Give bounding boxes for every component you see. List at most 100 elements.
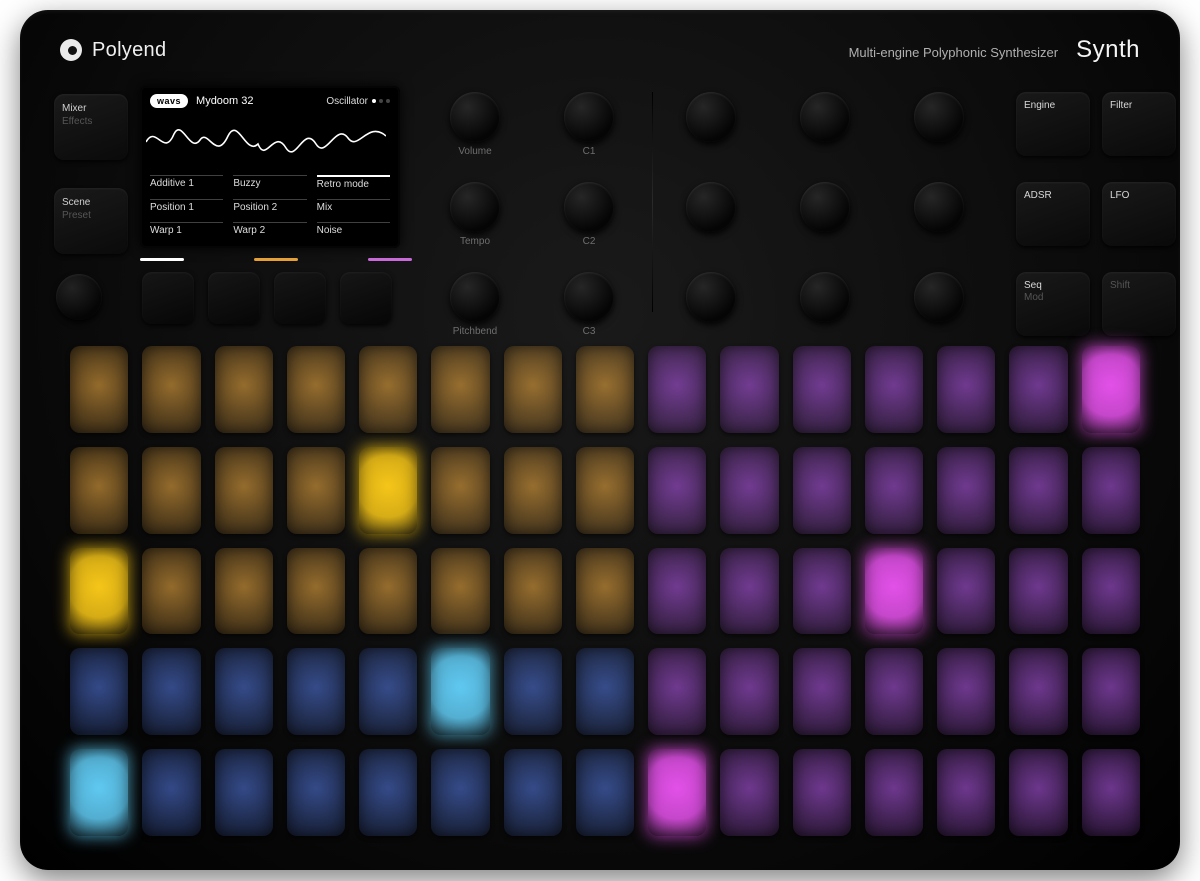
pad-2-2[interactable] xyxy=(215,548,273,635)
c1-knob[interactable] xyxy=(564,92,614,142)
pad-3-11[interactable] xyxy=(865,648,923,735)
pad-3-8[interactable] xyxy=(648,648,706,735)
pad-3-12[interactable] xyxy=(937,648,995,735)
encoder-4[interactable] xyxy=(686,182,736,232)
pad-3-10[interactable] xyxy=(793,648,851,735)
pad-1-4[interactable] xyxy=(359,447,417,534)
nav-button-1[interactable] xyxy=(142,272,194,324)
pad-4-1[interactable] xyxy=(142,749,200,836)
pad-0-13[interactable] xyxy=(1009,346,1067,433)
pad-1-9[interactable] xyxy=(720,447,778,534)
pad-1-8[interactable] xyxy=(648,447,706,534)
pad-0-11[interactable] xyxy=(865,346,923,433)
pad-2-10[interactable] xyxy=(793,548,851,635)
pad-2-7[interactable] xyxy=(576,548,634,635)
pad-0-2[interactable] xyxy=(215,346,273,433)
pad-3-2[interactable] xyxy=(215,648,273,735)
pad-4-5[interactable] xyxy=(431,749,489,836)
pad-1-3[interactable] xyxy=(287,447,345,534)
pad-0-10[interactable] xyxy=(793,346,851,433)
pad-0-0[interactable] xyxy=(70,346,128,433)
pad-2-14[interactable] xyxy=(1082,548,1140,635)
pad-2-6[interactable] xyxy=(504,548,562,635)
pad-1-7[interactable] xyxy=(576,447,634,534)
c2-knob[interactable] xyxy=(564,182,614,232)
filter-button[interactable]: Filter xyxy=(1102,92,1176,156)
engine-button[interactable]: Engine xyxy=(1016,92,1090,156)
pad-0-12[interactable] xyxy=(937,346,995,433)
pad-3-4[interactable] xyxy=(359,648,417,735)
shift-button[interactable]: Shift xyxy=(1102,272,1176,336)
pad-2-11[interactable] xyxy=(865,548,923,635)
encoder-6[interactable] xyxy=(914,182,964,232)
c3-knob[interactable] xyxy=(564,272,614,322)
pad-3-6[interactable] xyxy=(504,648,562,735)
pad-3-14[interactable] xyxy=(1082,648,1140,735)
pad-4-4[interactable] xyxy=(359,749,417,836)
pad-0-1[interactable] xyxy=(142,346,200,433)
pad-1-5[interactable] xyxy=(431,447,489,534)
scene-button[interactable]: Scene Preset xyxy=(54,188,128,254)
volume-knob[interactable] xyxy=(450,92,500,142)
pad-4-12[interactable] xyxy=(937,749,995,836)
pad-1-2[interactable] xyxy=(215,447,273,534)
pad-4-8[interactable] xyxy=(648,749,706,836)
pad-2-5[interactable] xyxy=(431,548,489,635)
pad-0-4[interactable] xyxy=(359,346,417,433)
pad-2-1[interactable] xyxy=(142,548,200,635)
nav-button-3[interactable] xyxy=(274,272,326,324)
encoder-5[interactable] xyxy=(800,182,850,232)
pad-4-2[interactable] xyxy=(215,749,273,836)
pad-1-13[interactable] xyxy=(1009,447,1067,534)
pad-2-0[interactable] xyxy=(70,548,128,635)
pad-2-12[interactable] xyxy=(937,548,995,635)
seq-button[interactable]: Seq Mod xyxy=(1016,272,1090,336)
jog-knob[interactable] xyxy=(56,274,102,320)
pad-4-6[interactable] xyxy=(504,749,562,836)
pad-3-0[interactable] xyxy=(70,648,128,735)
pad-1-14[interactable] xyxy=(1082,447,1140,534)
encoder-8[interactable] xyxy=(800,272,850,322)
pad-0-14[interactable] xyxy=(1082,346,1140,433)
encoder-1[interactable] xyxy=(686,92,736,142)
pad-3-13[interactable] xyxy=(1009,648,1067,735)
encoder-3[interactable] xyxy=(914,92,964,142)
pad-4-9[interactable] xyxy=(720,749,778,836)
pad-1-12[interactable] xyxy=(937,447,995,534)
pad-1-1[interactable] xyxy=(142,447,200,534)
tempo-knob[interactable] xyxy=(450,182,500,232)
nav-button-2[interactable] xyxy=(208,272,260,324)
pad-3-5[interactable] xyxy=(431,648,489,735)
pitchbend-knob[interactable] xyxy=(450,272,500,322)
pad-0-6[interactable] xyxy=(504,346,562,433)
pad-1-6[interactable] xyxy=(504,447,562,534)
pad-4-7[interactable] xyxy=(576,749,634,836)
pad-0-9[interactable] xyxy=(720,346,778,433)
pad-3-1[interactable] xyxy=(142,648,200,735)
pad-4-14[interactable] xyxy=(1082,749,1140,836)
encoder-9[interactable] xyxy=(914,272,964,322)
pad-3-3[interactable] xyxy=(287,648,345,735)
pad-2-3[interactable] xyxy=(287,548,345,635)
pad-2-9[interactable] xyxy=(720,548,778,635)
mixer-button[interactable]: Mixer Effects xyxy=(54,94,128,160)
pad-3-7[interactable] xyxy=(576,648,634,735)
pad-2-4[interactable] xyxy=(359,548,417,635)
pad-4-3[interactable] xyxy=(287,749,345,836)
pad-2-8[interactable] xyxy=(648,548,706,635)
nav-button-4[interactable] xyxy=(340,272,392,324)
pad-1-11[interactable] xyxy=(865,447,923,534)
encoder-2[interactable] xyxy=(800,92,850,142)
pad-0-7[interactable] xyxy=(576,346,634,433)
pad-1-10[interactable] xyxy=(793,447,851,534)
pad-2-13[interactable] xyxy=(1009,548,1067,635)
pad-4-13[interactable] xyxy=(1009,749,1067,836)
pad-4-11[interactable] xyxy=(865,749,923,836)
lfo-button[interactable]: LFO xyxy=(1102,182,1176,246)
pad-4-0[interactable] xyxy=(70,749,128,836)
pad-3-9[interactable] xyxy=(720,648,778,735)
pad-0-8[interactable] xyxy=(648,346,706,433)
pad-0-3[interactable] xyxy=(287,346,345,433)
encoder-7[interactable] xyxy=(686,272,736,322)
pad-0-5[interactable] xyxy=(431,346,489,433)
